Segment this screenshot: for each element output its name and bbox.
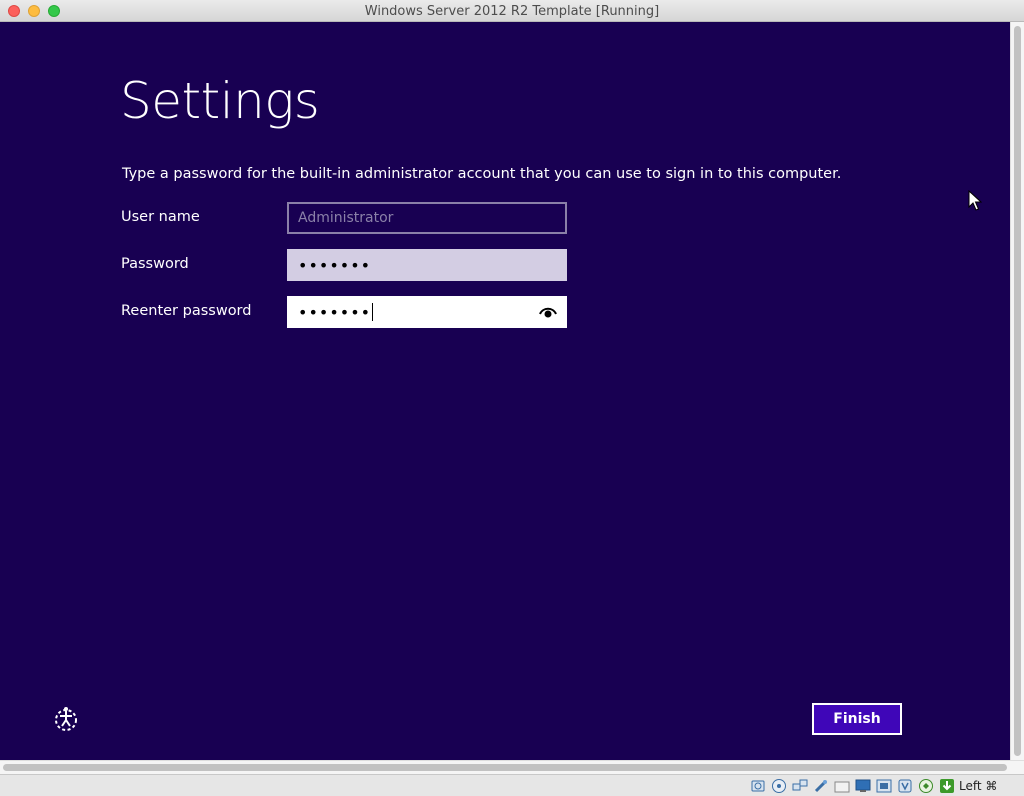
horizontal-scrollbar[interactable] [0, 760, 1024, 774]
reveal-password-icon[interactable] [539, 305, 557, 319]
device-status-icons [750, 778, 955, 794]
video-capture-icon[interactable] [876, 778, 892, 794]
mouse-pointer-icon [968, 190, 982, 211]
finish-button[interactable]: Finish [812, 703, 902, 735]
network-icon[interactable] [792, 778, 808, 794]
reenter-password-label: Reenter password [121, 303, 252, 319]
usb-icon[interactable] [813, 778, 829, 794]
username-field: Administrator [287, 202, 567, 234]
page-title: Settings [120, 72, 320, 130]
keyboard-capture-icon[interactable] [939, 778, 955, 794]
ease-of-access-icon[interactable] [52, 705, 80, 733]
host-key-label[interactable]: Left ⌘ [959, 779, 997, 793]
shared-folders-icon[interactable] [834, 778, 850, 794]
username-label: User name [121, 209, 200, 225]
vertical-scrollbar[interactable] [1010, 22, 1024, 760]
instructions-text: Type a password for the built-in adminis… [122, 166, 842, 182]
window-titlebar: Windows Server 2012 R2 Template [Running… [0, 0, 1024, 22]
horizontal-scroll-thumb[interactable] [3, 764, 1007, 771]
optical-drive-icon[interactable] [771, 778, 787, 794]
mouse-integration-icon[interactable] [918, 778, 934, 794]
recording-icon[interactable] [897, 778, 913, 794]
window-title: Windows Server 2012 R2 Template [Running… [364, 4, 660, 19]
vm-status-bar: Left ⌘ [0, 774, 1024, 796]
password-field[interactable]: ••••••• [287, 249, 567, 281]
text-caret [372, 303, 374, 321]
vertical-scroll-thumb[interactable] [1014, 26, 1021, 756]
reenter-password-masked-value: ••••••• [298, 302, 372, 322]
username-placeholder: Administrator [298, 210, 394, 226]
password-label: Password [121, 256, 189, 272]
reenter-password-field[interactable]: ••••••• [287, 296, 567, 328]
vm-display[interactable]: Settings Type a password for the built-i… [0, 22, 1010, 760]
password-masked-value: ••••••• [298, 255, 372, 275]
display-icon[interactable] [855, 778, 871, 794]
hard-disk-icon[interactable] [750, 778, 766, 794]
